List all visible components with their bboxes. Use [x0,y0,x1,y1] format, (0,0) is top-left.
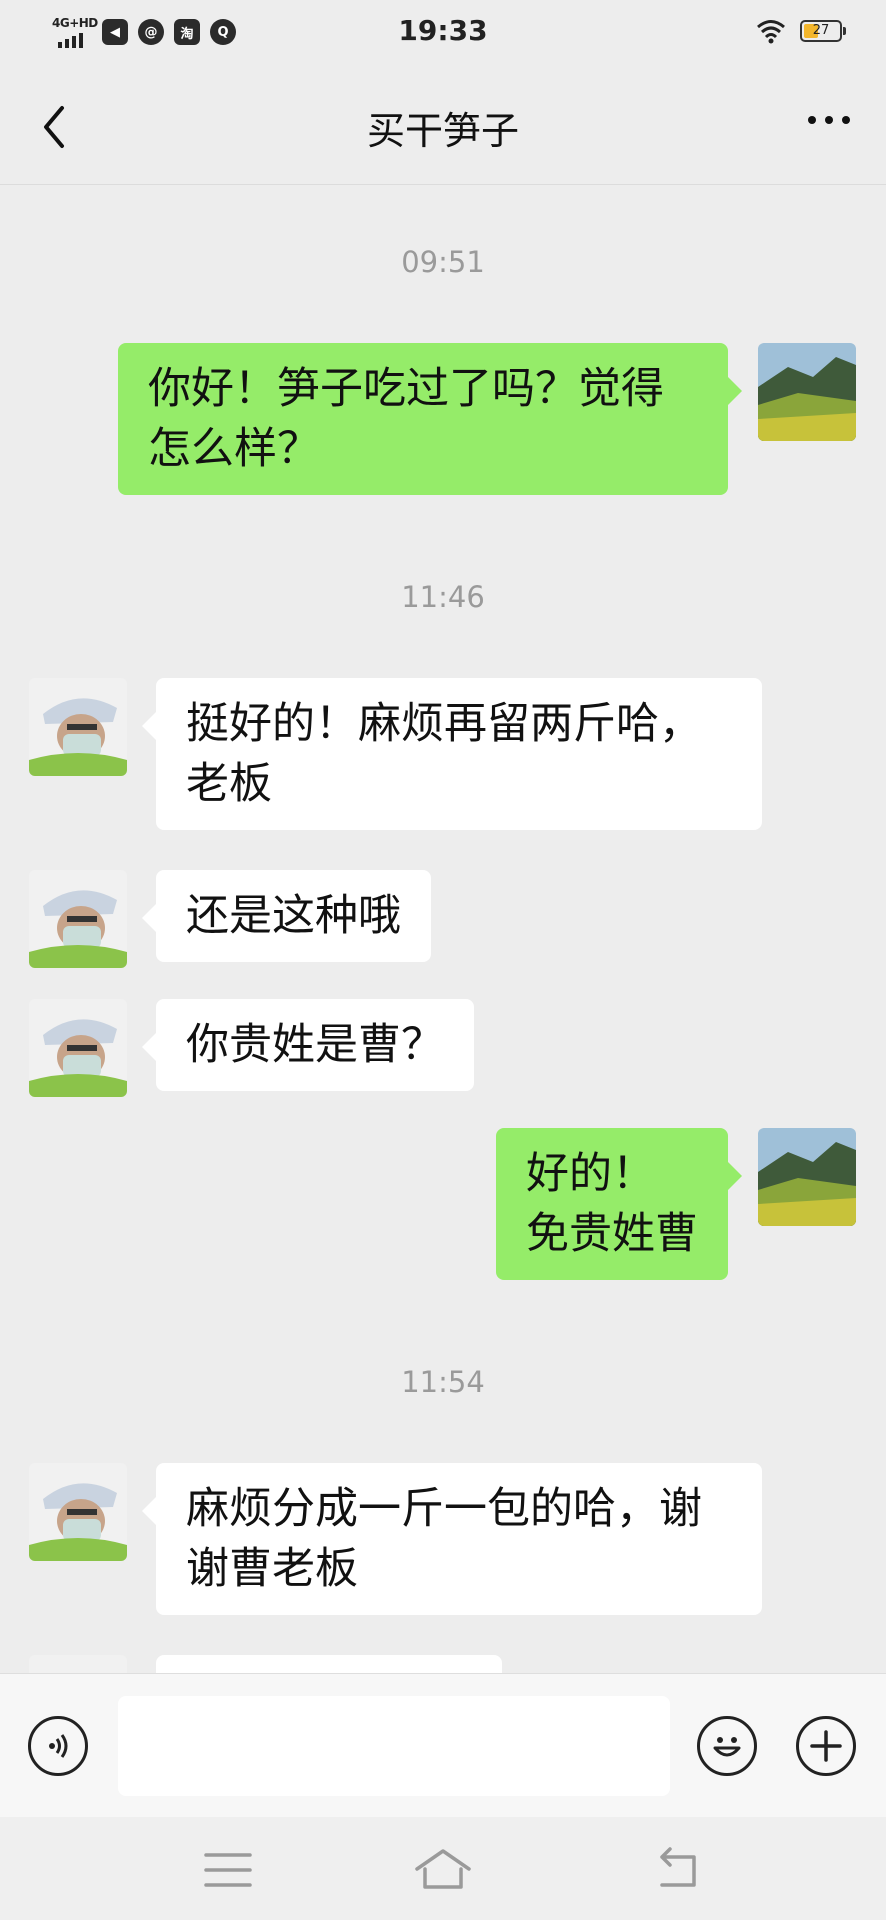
status-right: 27 [756,18,846,44]
chat-header: 买干笋子 [0,66,886,185]
battery-icon: 27 [800,20,846,42]
my-avatar[interactable] [758,343,856,441]
contact-avatar[interactable] [29,1655,127,1673]
contact-avatar[interactable] [29,870,127,968]
message-bubble-incoming[interactable]: 还是这种哦 [142,870,431,962]
wifi-icon [757,20,785,44]
home-icon[interactable] [413,1845,473,1895]
battery-level: 27 [812,23,830,38]
message-bubble-incoming[interactable]: 你贵姓是曹？ [142,999,474,1091]
clock: 19:33 [398,14,488,47]
timestamp: 11:54 [401,1365,485,1399]
status-bar: 4G+HD ◀ @ 淘 Q 19:33 27 [0,0,886,66]
contact-avatar[interactable] [29,999,127,1097]
my-avatar[interactable] [758,1128,856,1226]
menu-icon[interactable] [200,1845,260,1895]
more-dots-icon[interactable] [808,116,850,124]
contact-avatar[interactable] [29,678,127,776]
system-nav-bar [0,1817,886,1920]
message-bubble-outgoing[interactable]: 你好！笋子吃过了吗？觉得 怎么样？ [118,343,742,495]
message-bubble-outgoing[interactable]: 好的！ 免贵姓曹 [496,1128,742,1280]
message-bubble-incoming[interactable]: 挺好的！麻烦再留两斤哈， 老板 [142,678,762,830]
voice-icon[interactable] [28,1716,88,1776]
message-input[interactable] [118,1696,670,1796]
message-list[interactable]: 09:51 你好！笋子吃过了吗？觉得 怎么样？ 11:46 挺好的！麻烦再留两斤… [0,185,886,1673]
timestamp: 11:46 [401,580,485,614]
back-icon[interactable] [648,1845,708,1895]
message-bubble-incoming[interactable] [156,1655,502,1673]
contact-avatar[interactable] [29,1463,127,1561]
timestamp: 09:51 [401,245,485,279]
chat-title: 买干笋子 [366,109,519,153]
message-bubble-incoming[interactable]: 麻烦分成一斤一包的哈，谢 谢曹老板 [142,1463,762,1615]
plus-icon[interactable] [796,1716,856,1776]
emoji-icon[interactable] [697,1716,757,1776]
input-bar [0,1673,886,1818]
